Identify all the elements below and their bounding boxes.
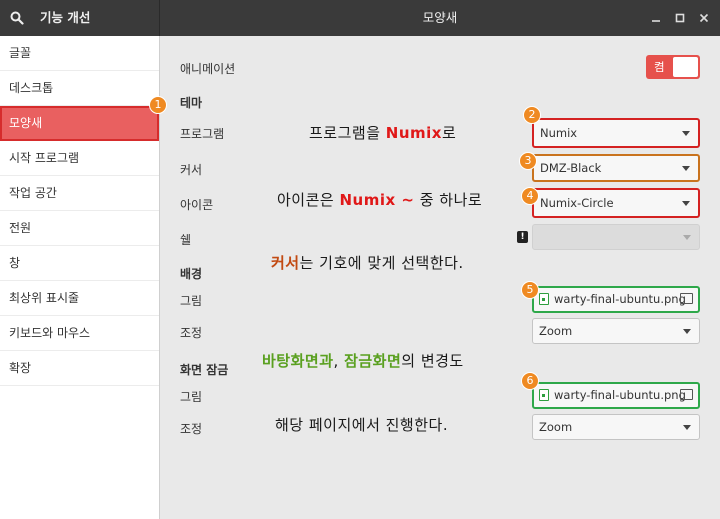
program-theme-select[interactable]: Numix <box>532 118 700 148</box>
sidebar: 글꼴 데스크톱 모양새 시작 프로그램 작업 공간 전원 창 최상위 표시줄 키… <box>0 36 160 519</box>
background-image-label: 그림 <box>180 294 203 308</box>
background-adjust-label: 조정 <box>180 326 203 340</box>
program-theme-value: Numix <box>540 126 578 140</box>
annotation-note-program: 프로그램을 Numix로 <box>309 122 456 143</box>
cursor-label: 커서 <box>180 163 203 177</box>
sidebar-item-keyboard-mouse[interactable]: 키보드와 마우스 <box>0 316 159 351</box>
lock-adjust-label: 조정 <box>180 422 203 436</box>
minimize-icon <box>652 20 660 22</box>
chevron-down-icon <box>682 131 690 136</box>
file-picker-icon <box>680 389 693 400</box>
close-button[interactable] <box>695 9 713 27</box>
note-text: 는 기호에 맞게 선택한다. <box>299 254 464 272</box>
lock-image-label: 그림 <box>180 390 203 404</box>
sidebar-title: 기능 개선 <box>40 10 91 25</box>
program-label: 프로그램 <box>180 127 225 141</box>
chevron-down-icon <box>683 235 691 240</box>
chevron-down-icon <box>683 329 691 334</box>
chevron-down-icon <box>682 166 690 171</box>
shell-theme-select <box>532 224 700 250</box>
maximize-button[interactable] <box>671 9 689 27</box>
icon-theme-select[interactable]: Numix-Circle <box>532 188 700 218</box>
sidebar-item-power[interactable]: 전원 <box>0 211 159 246</box>
background-adjust-select[interactable]: Zoom <box>532 318 700 344</box>
image-file-icon <box>539 293 549 305</box>
annotation-badge-2: 2 <box>523 106 541 124</box>
sidebar-item-desktop[interactable]: 데스크톱 <box>0 71 159 106</box>
main-panel: 애니메이션 켬 테마 프로그램 Numix 커서 DMZ-Black 아이콘 N… <box>161 36 720 519</box>
shell-label: 쉘 <box>180 233 192 247</box>
icon-label: 아이콘 <box>180 198 214 212</box>
note-highlight: Numix ~ <box>339 191 415 209</box>
lock-image-picker[interactable]: warty-final-ubuntu.png <box>532 382 700 409</box>
annotation-badge-6: 6 <box>521 372 539 390</box>
note-text: 프로그램을 <box>309 124 386 142</box>
search-button[interactable] <box>4 5 30 31</box>
background-image-value: warty-final-ubuntu.png <box>554 292 686 306</box>
toggle-knob <box>673 57 698 77</box>
warning-icon: ! <box>517 231 528 243</box>
sidebar-item-startup[interactable]: 시작 프로그램 <box>0 141 159 176</box>
window-title: 모양새 <box>422 10 458 25</box>
cursor-theme-select[interactable]: DMZ-Black <box>532 154 700 182</box>
sidebar-item-appearance[interactable]: 모양새 <box>0 106 159 141</box>
lock-adjust-value: Zoom <box>539 420 573 434</box>
minimize-button[interactable] <box>647 9 665 27</box>
file-picker-icon <box>680 293 693 304</box>
toggle-state-label: 켬 <box>654 60 665 74</box>
sidebar-item-fonts[interactable]: 글꼴 <box>0 36 159 71</box>
maximize-icon <box>675 13 685 23</box>
note-text: 로 <box>441 124 457 142</box>
background-section-title: 배경 <box>180 267 203 281</box>
lock-adjust-select[interactable]: Zoom <box>532 414 700 440</box>
note-highlight: Numix <box>385 124 442 142</box>
cursor-theme-value: DMZ-Black <box>540 161 602 175</box>
annotation-badge-1: 1 <box>149 96 167 114</box>
animation-toggle[interactable]: 켬 <box>646 55 700 79</box>
annotation-note-background: 바탕화면과, 잠금화면의 변경도 <box>262 350 464 371</box>
sidebar-header: 기능 개선 <box>0 0 160 36</box>
close-icon <box>699 13 709 23</box>
note-highlight: 커서 <box>271 254 300 272</box>
chevron-down-icon <box>682 201 690 206</box>
note-text: 아이콘은 <box>277 191 340 209</box>
annotation-note-icon: 아이콘은 Numix ~ 중 하나로 <box>277 189 482 210</box>
chevron-down-icon <box>683 425 691 430</box>
annotation-badge-5: 5 <box>521 281 539 299</box>
image-file-icon <box>539 389 549 401</box>
annotation-badge-3: 3 <box>519 152 537 170</box>
annotation-note-cursor: 커서는 기호에 맞게 선택한다. <box>271 252 464 273</box>
lock-image-value: warty-final-ubuntu.png <box>554 388 686 402</box>
sidebar-item-top-bar[interactable]: 최상위 표시줄 <box>0 281 159 316</box>
search-icon <box>10 11 24 25</box>
note-text: 의 변경도 <box>401 352 464 370</box>
note-highlight: 잠금화면 <box>344 352 402 370</box>
icon-theme-value: Numix-Circle <box>540 196 614 210</box>
note-text: , <box>333 352 345 370</box>
animation-label: 애니메이션 <box>180 62 236 76</box>
lock-screen-section-title: 화면 잠금 <box>180 363 229 377</box>
note-text: 중 하나로 <box>414 191 483 209</box>
sidebar-item-windows[interactable]: 창 <box>0 246 159 281</box>
background-adjust-value: Zoom <box>539 324 573 338</box>
note-highlight: 바탕화면과 <box>262 352 334 370</box>
sidebar-item-workspaces[interactable]: 작업 공간 <box>0 176 159 211</box>
theme-section-title: 테마 <box>180 96 203 110</box>
annotation-note-page: 해당 페이지에서 진행한다. <box>275 416 449 434</box>
header-bar: 기능 개선 모양새 <box>0 0 720 36</box>
annotation-badge-4: 4 <box>521 187 539 205</box>
background-image-picker[interactable]: warty-final-ubuntu.png <box>532 286 700 313</box>
sidebar-item-extensions[interactable]: 확장 <box>0 351 159 386</box>
